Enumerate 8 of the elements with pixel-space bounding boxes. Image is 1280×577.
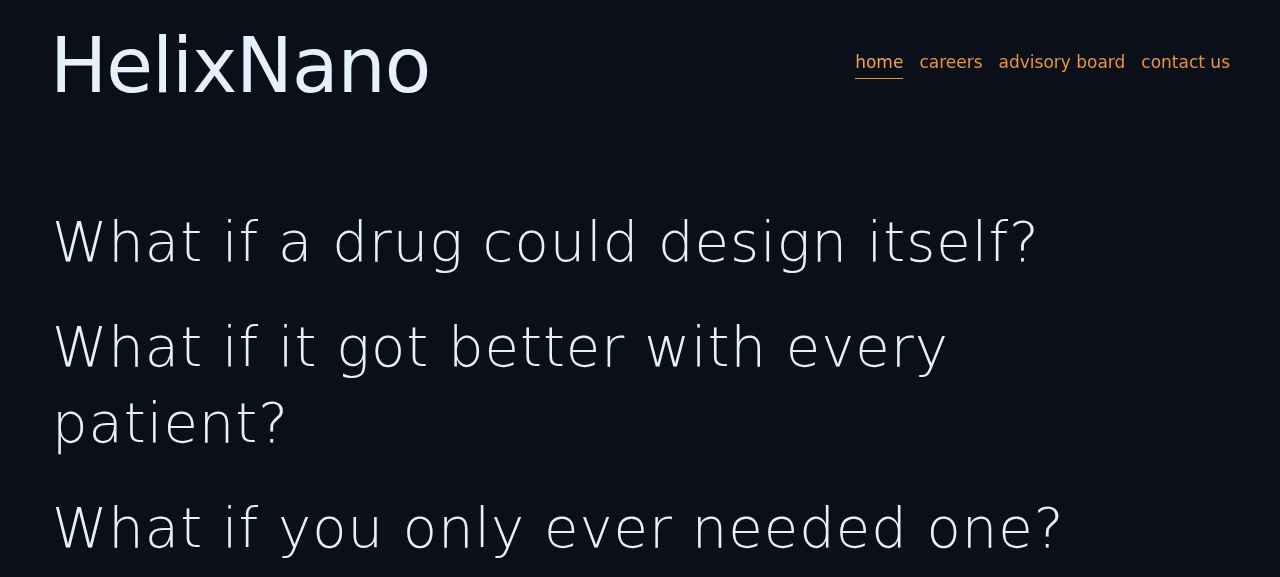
- nav-link[interactable]: home: [855, 50, 904, 79]
- headline: What if it got better with every patient?: [52, 313, 950, 457]
- headline: What if you only ever needed one?: [52, 494, 1066, 562]
- nav-link[interactable]: advisory board: [998, 50, 1126, 79]
- nav-link[interactable]: contact us: [1141, 50, 1230, 79]
- nav-link[interactable]: careers: [919, 50, 983, 79]
- logo[interactable]: HelixNano: [50, 28, 431, 104]
- headline: What if a drug could design itself?: [52, 208, 1041, 276]
